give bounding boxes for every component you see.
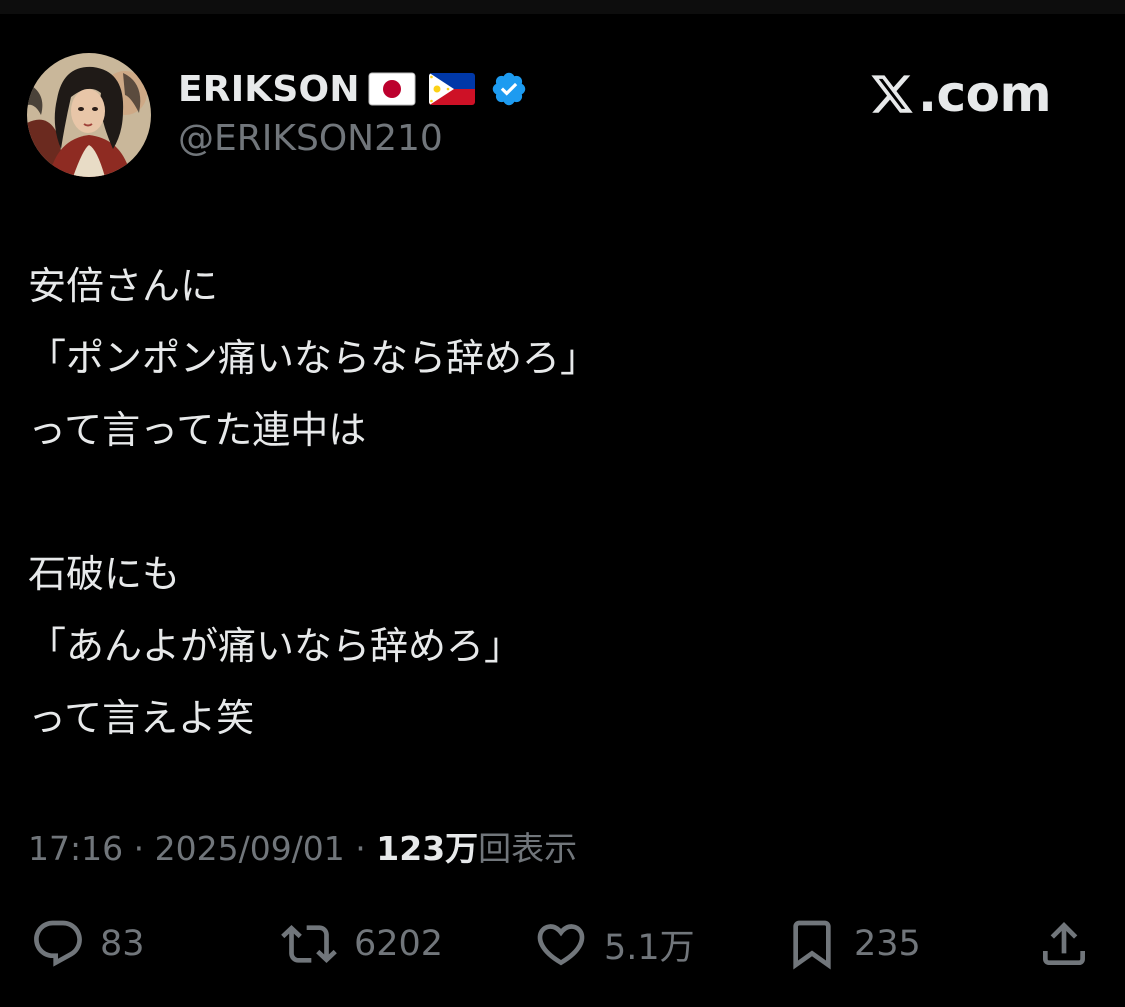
views-label: 回表示 <box>478 829 578 868</box>
verified-badge-icon <box>490 70 528 108</box>
tweet-line: 安倍さんに <box>28 264 219 308</box>
tweet-text: 安倍さんに 「ポンポン痛いならなら辞めろ」 って言ってた連中は 石破にも 「あん… <box>28 250 1098 754</box>
reply-count: 83 <box>100 924 145 964</box>
tweet-line: って言ってた連中は <box>28 408 367 452</box>
repost-count: 6202 <box>354 924 444 964</box>
author-display-name[interactable]: ERIKSON <box>178 69 360 110</box>
tweet-line: 石破にも <box>28 552 181 596</box>
tweet-line: って言えよ笑 <box>28 696 255 740</box>
author-handle[interactable]: @ERIKSON210 <box>178 118 443 159</box>
japan-flag-icon <box>368 72 416 106</box>
x-com-brand: .com <box>868 65 1052 123</box>
action-bar: 83 6202 5.1万 235 <box>0 908 1125 980</box>
repost-button[interactable]: 6202 <box>278 908 443 980</box>
bookmark-count: 235 <box>854 924 921 964</box>
repost-icon <box>278 916 340 972</box>
bookmark-button[interactable]: 235 <box>784 908 921 980</box>
tweet-time[interactable]: 17:16 <box>28 829 123 868</box>
like-button[interactable]: 5.1万 <box>532 908 695 980</box>
brand-domain-text: .com <box>918 65 1052 123</box>
tweet-line: 「ポンポン痛いならなら辞めろ」 <box>28 336 599 380</box>
bookmark-icon <box>784 914 840 974</box>
tweet-line: 「あんよが痛いなら辞めろ」 <box>28 624 523 668</box>
reply-icon <box>30 916 86 972</box>
top-edge-strip <box>0 0 1125 14</box>
meta-separator: · <box>344 829 377 868</box>
meta-separator: · <box>123 829 155 868</box>
philippines-flag-icon <box>428 72 476 106</box>
reply-button[interactable]: 83 <box>30 908 145 980</box>
share-button[interactable] <box>1036 908 1092 980</box>
tweet-meta: 17:16 · 2025/09/01 · 123万回表示 <box>28 822 577 870</box>
author-name-row: ERIKSON <box>178 66 528 112</box>
avatar[interactable] <box>27 53 151 177</box>
x-logo-icon <box>868 71 916 117</box>
views-count: 123万 <box>376 829 479 868</box>
share-icon <box>1036 915 1092 973</box>
heart-icon <box>532 916 590 972</box>
like-count: 5.1万 <box>604 927 695 968</box>
tweet-date[interactable]: 2025/09/01 <box>155 829 345 868</box>
